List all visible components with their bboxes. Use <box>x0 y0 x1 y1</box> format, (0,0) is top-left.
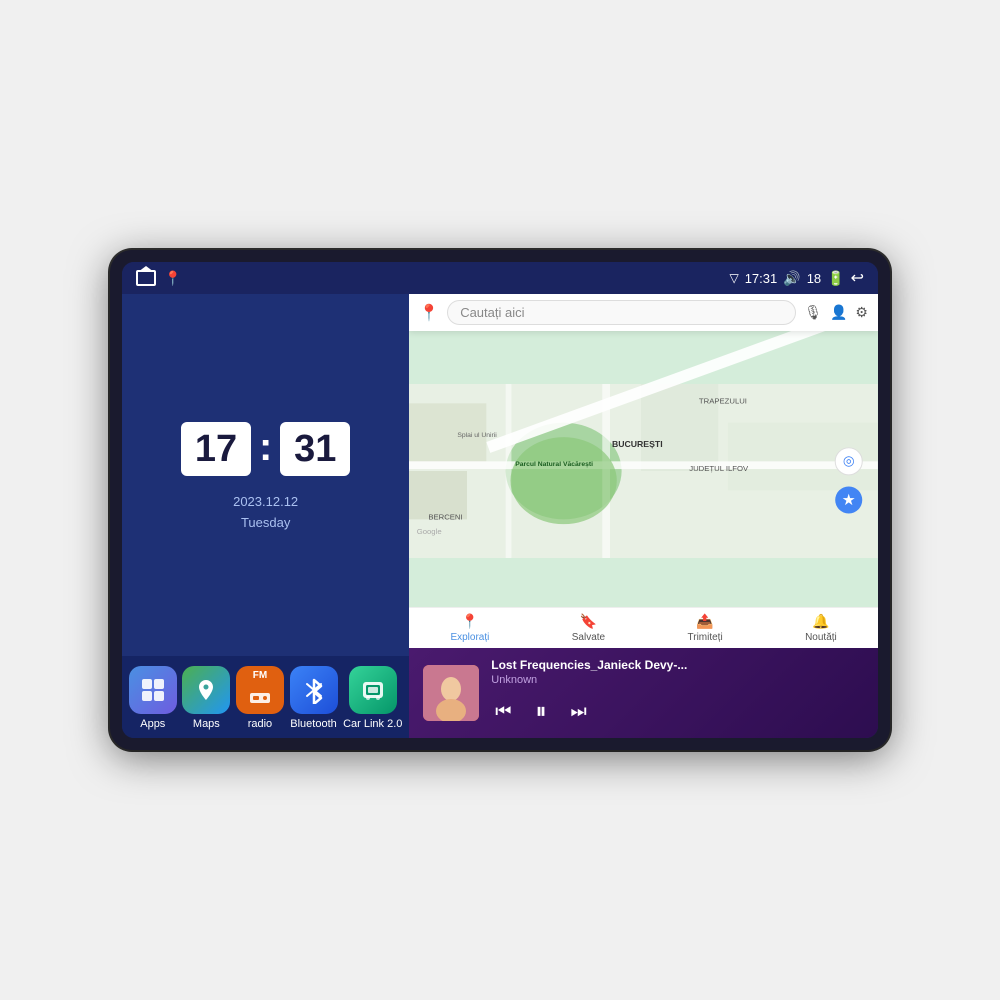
status-time: 17:31 <box>745 271 778 286</box>
map-header-icons: 🎙 👤 ⚙ <box>804 304 868 321</box>
svg-text:◎: ◎ <box>843 453 855 468</box>
music-artist: Unknown <box>491 674 864 686</box>
clock-widget: 17 : 31 2023.12.12 Tuesday <box>122 294 409 656</box>
back-icon[interactable]: ↩ <box>851 268 864 288</box>
svg-text:★: ★ <box>842 492 856 509</box>
app-item-apps[interactable]: Apps <box>129 666 177 730</box>
right-panel: 📍 Cautați aici 🎙 👤 ⚙ <box>409 294 878 738</box>
music-controls: ⏮ ⏸ ⏭ <box>491 694 864 728</box>
app-item-bluetooth[interactable]: Bluetooth <box>290 666 338 730</box>
status-left: 📍 <box>136 270 181 287</box>
mic-icon[interactable]: 🎙 <box>804 304 822 321</box>
music-info: Lost Frequencies_Janieck Devy-... Unknow… <box>491 658 864 728</box>
google-maps-pin: 📍 <box>419 303 439 323</box>
play-pause-btn[interactable]: ⏸ <box>531 694 550 728</box>
svg-text:TRAPEZULUI: TRAPEZULUI <box>699 396 747 405</box>
music-widget: Lost Frequencies_Janieck Devy-... Unknow… <box>409 648 878 738</box>
map-footer: 📍 Explorați 🔖 Salvate 📤 Trimiteți <box>409 607 878 648</box>
clock-hours: 17 <box>181 422 251 476</box>
clock-date: 2023.12.12 Tuesday <box>233 492 298 534</box>
map-saved-btn[interactable]: 🔖 Salvate <box>572 613 605 643</box>
carlink-label: Car Link 2.0 <box>343 718 402 730</box>
music-title: Lost Frequencies_Janieck Devy-... <box>491 658 864 672</box>
device-screen: 📍 ▽ 17:31 🔊 18 🔋 ↩ <box>122 262 878 738</box>
map-news-btn[interactable]: 🔔 Noutăți <box>805 613 837 643</box>
maps-label: Maps <box>193 718 220 730</box>
apps-bar: Apps Maps FM <box>122 656 409 738</box>
status-right: ▽ 17:31 🔊 18 🔋 ↩ <box>729 268 864 288</box>
status-bar: 📍 ▽ 17:31 🔊 18 🔋 ↩ <box>122 262 878 294</box>
account-icon[interactable]: 👤 <box>830 304 847 321</box>
main-content: 17 : 31 2023.12.12 Tuesday <box>122 294 878 738</box>
music-thumbnail <box>423 665 479 721</box>
radio-icon: FM <box>236 666 284 714</box>
map-share-btn[interactable]: 📤 Trimiteți <box>688 613 723 643</box>
battery-icon: 🔋 <box>827 270 844 287</box>
map-search-input[interactable]: Cautați aici <box>447 300 796 325</box>
app-item-radio[interactable]: FM radio <box>236 666 284 730</box>
clock-digits: 17 : 31 <box>181 422 350 476</box>
map-bg: BUCUREȘTI JUDEȚUL ILFOV BERCENI Parcul N… <box>409 330 878 612</box>
svg-text:JUDEȚUL ILFOV: JUDEȚUL ILFOV <box>690 464 750 473</box>
bluetooth-label: Bluetooth <box>290 718 336 730</box>
svg-text:Parcul Natural Văcărești: Parcul Natural Văcărești <box>516 461 594 468</box>
gps-icon: ▽ <box>729 271 738 285</box>
home-icon[interactable] <box>136 270 156 286</box>
left-panel: 17 : 31 2023.12.12 Tuesday <box>122 294 409 738</box>
apps-icon <box>129 666 177 714</box>
battery-level: 18 <box>807 271 821 286</box>
app-item-maps[interactable]: Maps <box>182 666 230 730</box>
svg-text:Google: Google <box>417 527 442 536</box>
bluetooth-icon <box>290 666 338 714</box>
svg-text:BUCUREȘTI: BUCUREȘTI <box>612 439 663 449</box>
map-widget[interactable]: 📍 Cautați aici 🎙 👤 ⚙ <box>409 294 878 648</box>
map-pin-icon: 📍 <box>164 270 181 287</box>
volume-icon[interactable]: 🔊 <box>783 270 800 287</box>
maps-icon <box>182 666 230 714</box>
clock-minutes: 31 <box>280 422 350 476</box>
clock-colon: : <box>259 425 272 470</box>
map-header: 📍 Cautați aici 🎙 👤 ⚙ <box>409 294 878 331</box>
app-item-carlink[interactable]: Car Link 2.0 <box>343 666 402 730</box>
radio-label: radio <box>248 718 272 730</box>
prev-btn[interactable]: ⏮ <box>491 697 515 726</box>
next-btn[interactable]: ⏭ <box>566 697 590 726</box>
music-thumb-art <box>423 665 479 721</box>
settings-icon[interactable]: ⚙ <box>855 304 868 321</box>
map-explore-btn[interactable]: 📍 Explorați <box>450 613 489 643</box>
svg-text:Splai ul Unirii: Splai ul Unirii <box>458 432 498 439</box>
apps-label: Apps <box>140 718 165 730</box>
carlink-icon <box>349 666 397 714</box>
svg-text:BERCENI: BERCENI <box>429 512 463 521</box>
device-outer: 📍 ▽ 17:31 🔊 18 🔋 ↩ <box>110 250 890 750</box>
device-wrapper: 📍 ▽ 17:31 🔊 18 🔋 ↩ <box>110 250 890 750</box>
